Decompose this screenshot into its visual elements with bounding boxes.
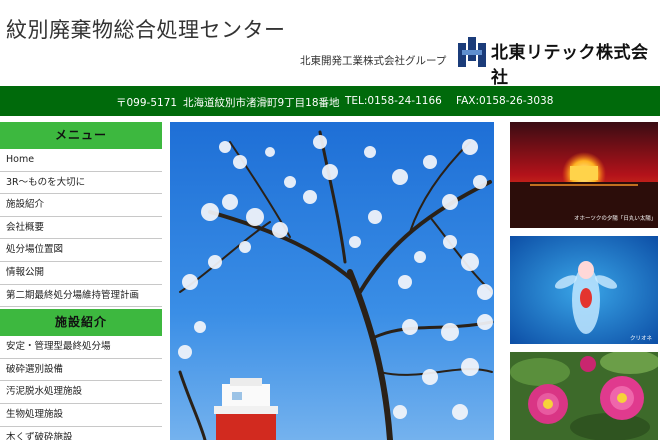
sunset-photo: オホーツクの夕陽「日丸い太陽」 [510, 122, 658, 228]
sidebar-item-3r[interactable]: 3R〜ものを大切に [0, 172, 162, 195]
contact-info-bar: 〒099-5171 北海道紋別市渚滑町9丁目18番地 TEL:0158-24-1… [0, 86, 660, 116]
tel-text: TEL:0158-24-1166 [345, 95, 442, 107]
blossom-photo [170, 122, 494, 440]
sidebar-item-disclosure[interactable]: 情報公開 [0, 262, 162, 285]
clione-caption: クリオネ [630, 335, 653, 342]
rose-photo [510, 352, 658, 440]
sidebar-item-company[interactable]: 会社概要 [0, 217, 162, 240]
menu-heading: メニュー [0, 122, 162, 149]
sidebar-item-maintenance-plan[interactable]: 第二期最終処分場維持管理計画 [0, 285, 162, 308]
site-title: 紋別廃棄物総合処理センター [6, 18, 286, 42]
company-logo-icon [458, 37, 486, 67]
sidebar-item-sludge[interactable]: 汚泥脱水処理施設 [0, 381, 162, 404]
sidebar: メニュー Home 3R〜ものを大切に 施設紹介 会社概要 処分場位置図 情報公… [0, 122, 162, 440]
sidebar-item-crushing[interactable]: 破砕選別設備 [0, 359, 162, 382]
facility-heading: 施設紹介 [0, 309, 162, 337]
postal-code: 〒099-5171 [116, 97, 178, 109]
address-text: 北海道紋別市渚滑町9丁目18番地 [183, 97, 340, 109]
sidebar-item-facilities[interactable]: 施設紹介 [0, 194, 162, 217]
sidebar-item-home[interactable]: Home [0, 149, 162, 172]
main-photo-blossoms-lighthouse [170, 122, 494, 440]
company-name: 北東リテック株式会社 [491, 43, 649, 88]
sidebar-item-wood[interactable]: 木くず破砕施設 [0, 427, 162, 440]
sunset-caption: オホーツクの夕陽「日丸い太陽」 [574, 214, 656, 222]
clione-photo: クリオネ [510, 236, 658, 344]
sidebar-item-bio[interactable]: 生物処理施設 [0, 404, 162, 427]
sidebar-item-landfill[interactable]: 安定・管理型最終処分場 [0, 336, 162, 359]
group-text: 北東開発工業株式会社グループ [300, 55, 447, 67]
lighthouse-shape [214, 378, 278, 440]
sidebar-item-site-map[interactable]: 処分場位置図 [0, 239, 162, 262]
fax-text: FAX:0158-26-3038 [456, 95, 554, 107]
